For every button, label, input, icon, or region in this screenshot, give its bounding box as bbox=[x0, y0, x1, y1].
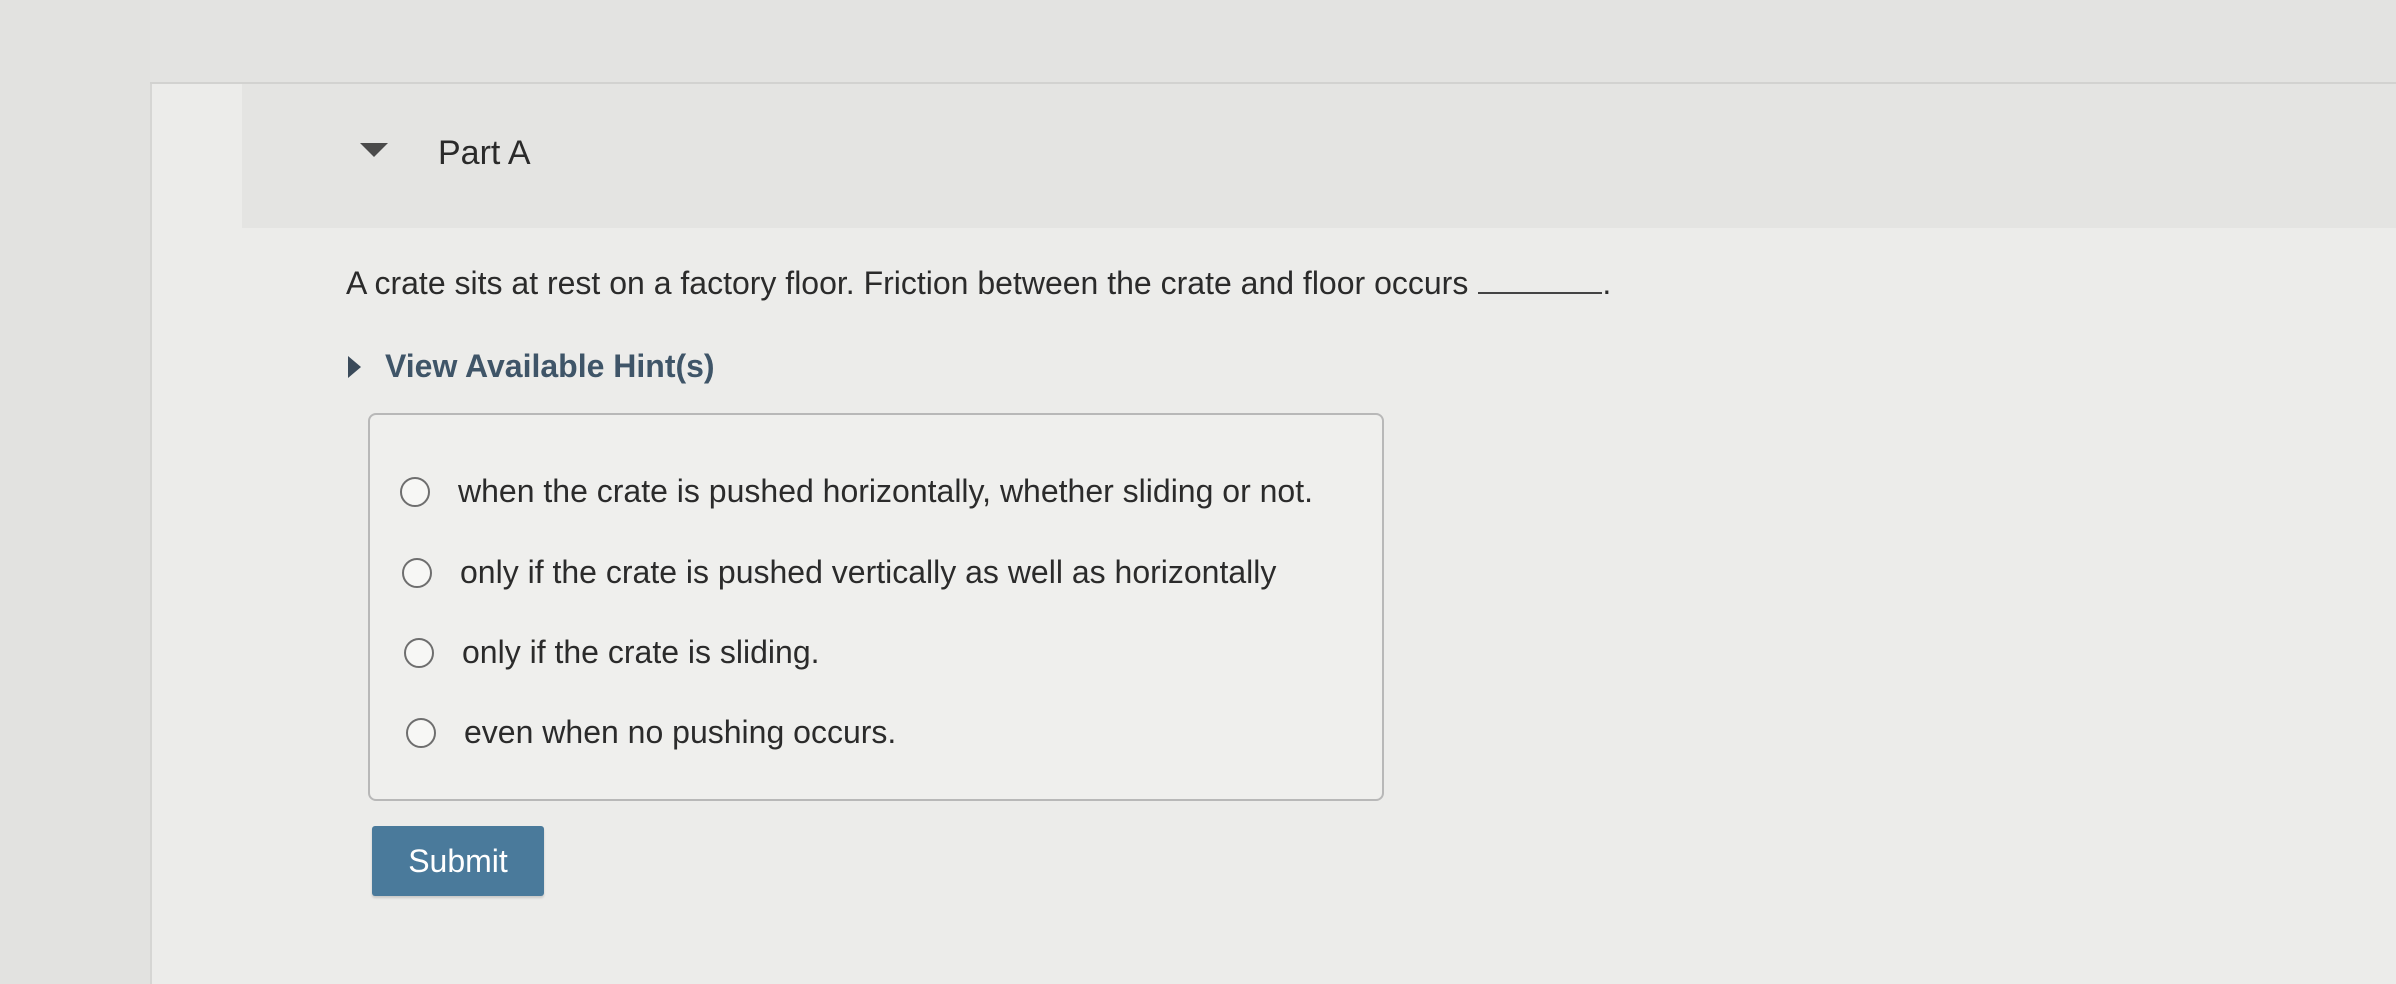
main-content: Part A A crate sits at rest on a factory… bbox=[152, 84, 2396, 984]
option-2[interactable]: only if the crate is pushed vertically a… bbox=[402, 554, 1276, 591]
top-band bbox=[150, 0, 2396, 84]
caret-right-icon bbox=[348, 355, 361, 378]
option-4[interactable]: even when no pushing occurs. bbox=[406, 714, 896, 751]
submit-button[interactable]: Submit bbox=[372, 826, 544, 896]
part-title: Part A bbox=[438, 134, 531, 172]
radio-button[interactable] bbox=[400, 476, 430, 507]
answer-options: when the crate is pushed horizontally, w… bbox=[368, 413, 1384, 801]
answer-blank bbox=[1478, 282, 1603, 294]
option-label: only if the crate is pushed vertically a… bbox=[460, 554, 1277, 590]
option-label: only if the crate is sliding. bbox=[462, 634, 820, 670]
question-prompt: A crate sits at rest on a factory floor.… bbox=[346, 265, 1469, 301]
radio-button[interactable] bbox=[404, 637, 434, 668]
option-1[interactable]: when the crate is pushed horizontally, w… bbox=[400, 473, 1313, 510]
option-label: even when no pushing occurs. bbox=[464, 714, 897, 750]
view-hints-toggle[interactable]: View Available Hint(s) bbox=[348, 348, 715, 385]
part-header[interactable]: Part A bbox=[242, 84, 2396, 228]
option-label: when the crate is pushed horizontally, w… bbox=[458, 473, 1313, 509]
option-3[interactable]: only if the crate is sliding. bbox=[404, 634, 820, 671]
radio-button[interactable] bbox=[402, 557, 432, 588]
caret-down-icon[interactable] bbox=[360, 143, 388, 157]
left-margin bbox=[0, 0, 152, 984]
question-text: A crate sits at rest on a factory floor.… bbox=[346, 265, 1611, 302]
radio-button[interactable] bbox=[406, 717, 436, 748]
question-period: . bbox=[1602, 265, 1612, 301]
hint-label: View Available Hint(s) bbox=[385, 348, 715, 384]
